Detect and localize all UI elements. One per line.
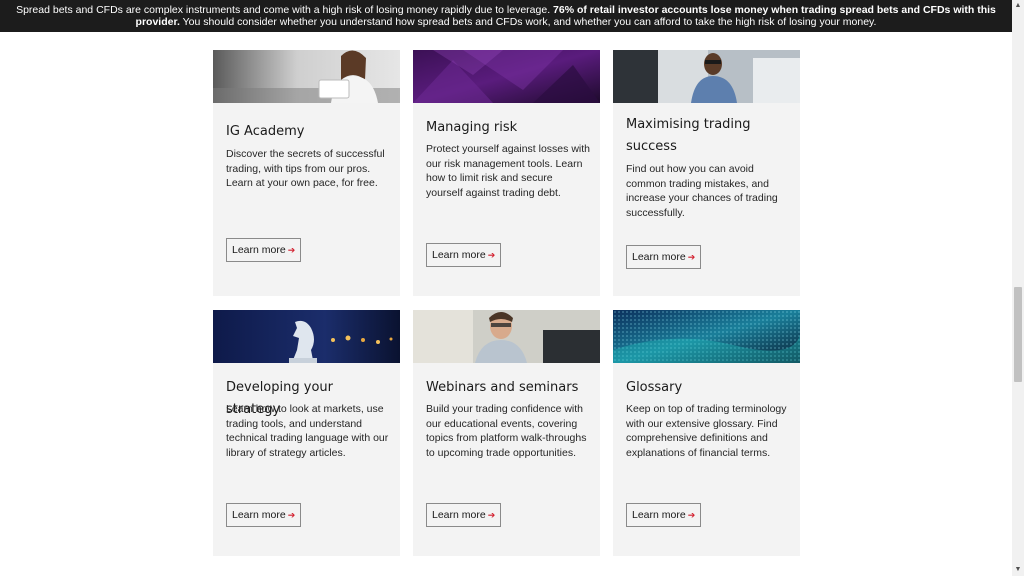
- learn-more-label: Learn more: [632, 509, 686, 521]
- card-title: Webinars and seminars: [426, 380, 579, 395]
- card-title: Managing risk: [426, 120, 518, 135]
- man-at-computer-image: [613, 50, 800, 103]
- scroll-down-arrow-icon[interactable]: ▼: [1012, 564, 1024, 576]
- arrow-right-icon: ➔: [687, 510, 696, 520]
- woman-reading-tablet-image: [213, 50, 400, 103]
- purple-abstract-image: [413, 50, 600, 103]
- card-title: IG Academy: [226, 124, 305, 139]
- card-description: Keep on top of trading terminology with …: [626, 403, 787, 459]
- risk-warning-banner: Spread bets and CFDs are complex instrum…: [0, 0, 1012, 32]
- learn-more-button[interactable]: Learn more ➔: [426, 503, 502, 527]
- card-description: Find out how you can avoid common tradin…: [626, 163, 778, 219]
- chess-knight-image: [213, 310, 400, 363]
- scroll-up-arrow-icon[interactable]: ▲: [1012, 0, 1024, 12]
- arrow-right-icon: ➔: [287, 245, 296, 255]
- learn-more-label: Learn more: [232, 509, 286, 521]
- arrow-right-icon: ➔: [487, 250, 496, 260]
- learn-more-button[interactable]: Learn more ➔: [626, 245, 702, 269]
- card-description: Build your trading confidence with our e…: [426, 403, 587, 459]
- card-webinars-and-seminars: Webinars and seminars Build your trading…: [413, 310, 600, 556]
- learn-more-label: Learn more: [432, 509, 486, 521]
- arrow-right-icon: ➔: [487, 510, 496, 520]
- arrow-right-icon: ➔: [687, 252, 696, 262]
- card-maximising-trading-success: Maximising trading success Find out how …: [613, 50, 800, 296]
- learn-more-label: Learn more: [232, 244, 286, 256]
- learn-more-label: Learn more: [632, 251, 686, 263]
- learn-more-label: Learn more: [432, 249, 486, 261]
- card-developing-your-strategy: Developing your strategy Learn how to lo…: [213, 310, 400, 556]
- digital-data-image: [613, 310, 800, 363]
- learn-more-button[interactable]: Learn more ➔: [226, 503, 302, 527]
- card-description: Discover the secrets of successful tradi…: [226, 148, 385, 189]
- smiling-man-image: [413, 310, 600, 363]
- risk-warning-text-2: You should consider whether you understa…: [182, 16, 877, 28]
- arrow-right-icon: ➔: [287, 510, 296, 520]
- scrollbar-thumb[interactable]: [1014, 287, 1022, 382]
- card-title: Maximising trading success: [626, 117, 751, 154]
- card-description: Learn how to look at markets, use tradin…: [226, 403, 389, 459]
- card-description: Protect yourself against losses with our…: [426, 143, 590, 199]
- card-ig-academy: IG Academy Discover the secrets of succe…: [213, 50, 400, 296]
- learn-more-button[interactable]: Learn more ➔: [226, 238, 302, 262]
- vertical-scrollbar[interactable]: ▲ ▼: [1012, 0, 1024, 576]
- card-title: Glossary: [626, 380, 683, 395]
- learn-more-button[interactable]: Learn more ➔: [626, 503, 702, 527]
- card-managing-risk: Managing risk Protect yourself against l…: [413, 50, 600, 296]
- card-glossary: Glossary Keep on top of trading terminol…: [613, 310, 800, 556]
- risk-warning-text: Spread bets and CFDs are complex instrum…: [16, 4, 551, 16]
- learn-more-button[interactable]: Learn more ➔: [426, 243, 502, 267]
